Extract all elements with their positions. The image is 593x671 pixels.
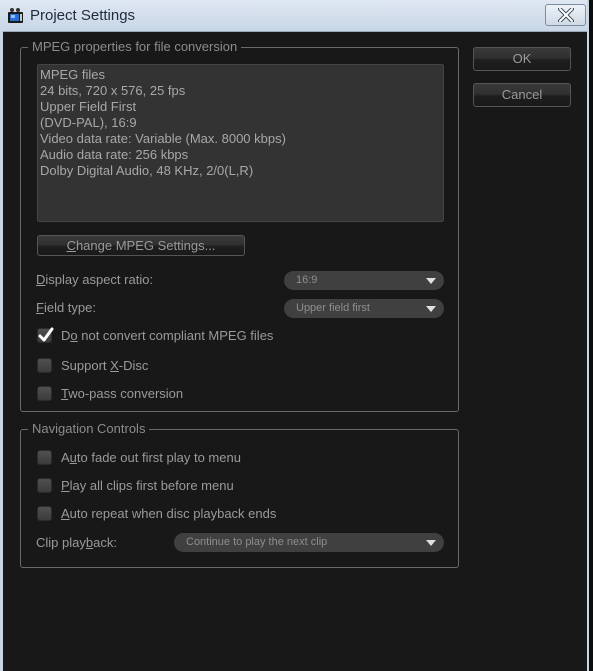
label-text: A — [61, 450, 70, 465]
chevron-down-icon — [426, 278, 436, 284]
mpeg-info-box: MPEG files 24 bits, 720 x 576, 25 fps Up… — [37, 64, 444, 222]
accel-key: u — [69, 450, 77, 465]
ok-button[interactable]: OK — [473, 47, 571, 71]
cancel-button[interactable]: Cancel — [473, 83, 571, 107]
auto-fade-out-label[interactable]: Auto fade out first play to menu — [61, 450, 241, 465]
close-button[interactable] — [545, 4, 586, 26]
background-window-edge — [589, 0, 593, 671]
dropdown-value: Continue to play the next clip — [186, 536, 328, 548]
accel-key: X — [110, 358, 119, 373]
accel-key: A — [61, 506, 70, 521]
dropdown-value: 16:9 — [296, 274, 318, 286]
accel-key: F — [36, 300, 44, 315]
label-text: lay all clips first before menu — [69, 478, 234, 493]
label-text: uto repeat when disc playback ends — [69, 506, 277, 521]
do-not-convert-label[interactable]: Do not convert compliant MPEG files — [61, 328, 273, 343]
label-text: wo-pass conversion — [68, 386, 184, 401]
accel-key: C — [66, 238, 76, 253]
label-text: -Disc — [118, 358, 149, 373]
label-text: not convert compliant MPEG files — [77, 328, 274, 343]
display-aspect-ratio-label: Display aspect ratio: — [36, 272, 153, 287]
checkmark-icon — [38, 327, 54, 342]
label-text: isplay aspect ratio: — [45, 272, 154, 287]
mpeg-info-line: Dolby Digital Audio, 48 KHz, 2/0(L,R) — [40, 163, 254, 178]
navigation-group-label: Navigation Controls — [28, 421, 150, 436]
mpeg-group-label: MPEG properties for file conversion — [28, 39, 242, 54]
label-text: ack: — [93, 535, 117, 550]
field-type-label: Field type: — [36, 300, 96, 315]
button-label: hange MPEG Settings... — [75, 238, 216, 253]
mpeg-info-line: Audio data rate: 256 kbps — [40, 147, 189, 162]
close-icon — [558, 8, 574, 22]
chevron-down-icon — [426, 306, 436, 312]
mpeg-info-line: Upper Field First — [40, 99, 137, 114]
two-pass-conversion-label[interactable]: Two-pass conversion — [61, 386, 183, 401]
auto-repeat-label[interactable]: Auto repeat when disc playback ends — [61, 506, 276, 521]
label-text: D — [61, 328, 71, 343]
field-type-dropdown[interactable]: Upper field first — [284, 299, 444, 318]
label-text: to fade out first play to menu — [76, 450, 241, 465]
support-x-disc-label[interactable]: Support X-Disc — [61, 358, 148, 373]
do-not-convert-checkbox[interactable] — [37, 327, 54, 343]
accel-key: o — [70, 328, 78, 343]
project-settings-app-icon — [8, 8, 23, 23]
two-pass-conversion-checkbox[interactable] — [37, 386, 52, 401]
auto-fade-out-checkbox[interactable] — [37, 450, 52, 465]
dropdown-value: Upper field first — [296, 302, 370, 314]
mpeg-info-line: 24 bits, 720 x 576, 25 fps — [40, 83, 186, 98]
change-mpeg-settings-button[interactable]: Change MPEG Settings... — [37, 235, 245, 256]
accel-key: D — [36, 272, 46, 287]
label-text: Support — [61, 358, 111, 373]
clip-playback-dropdown[interactable]: Continue to play the next clip — [174, 533, 444, 552]
accel-key: P — [61, 478, 70, 493]
window-title: Project Settings — [30, 7, 136, 24]
mpeg-info-line: Video data rate: Variable (Max. 8000 kbp… — [40, 131, 286, 146]
label-text: ield type: — [43, 300, 96, 315]
clip-playback-label: Clip playback: — [36, 535, 117, 550]
auto-repeat-checkbox[interactable] — [37, 506, 52, 521]
display-aspect-ratio-dropdown[interactable]: 16:9 — [284, 271, 444, 290]
project-settings-dialog: Project Settings MPEG properties for fil… — [0, 0, 593, 671]
mpeg-info-line: MPEG files — [40, 67, 106, 82]
window-frame-left — [0, 31, 3, 671]
accel-key: b — [85, 535, 94, 550]
chevron-down-icon — [426, 540, 436, 546]
play-all-clips-label[interactable]: Play all clips first before menu — [61, 478, 234, 493]
support-x-disc-checkbox[interactable] — [37, 358, 52, 373]
title-bar: Project Settings — [0, 0, 593, 32]
label-text: Clip play — [36, 535, 86, 550]
mpeg-info-line: (DVD-PAL), 16:9 — [40, 115, 137, 130]
play-all-clips-checkbox[interactable] — [37, 478, 52, 493]
